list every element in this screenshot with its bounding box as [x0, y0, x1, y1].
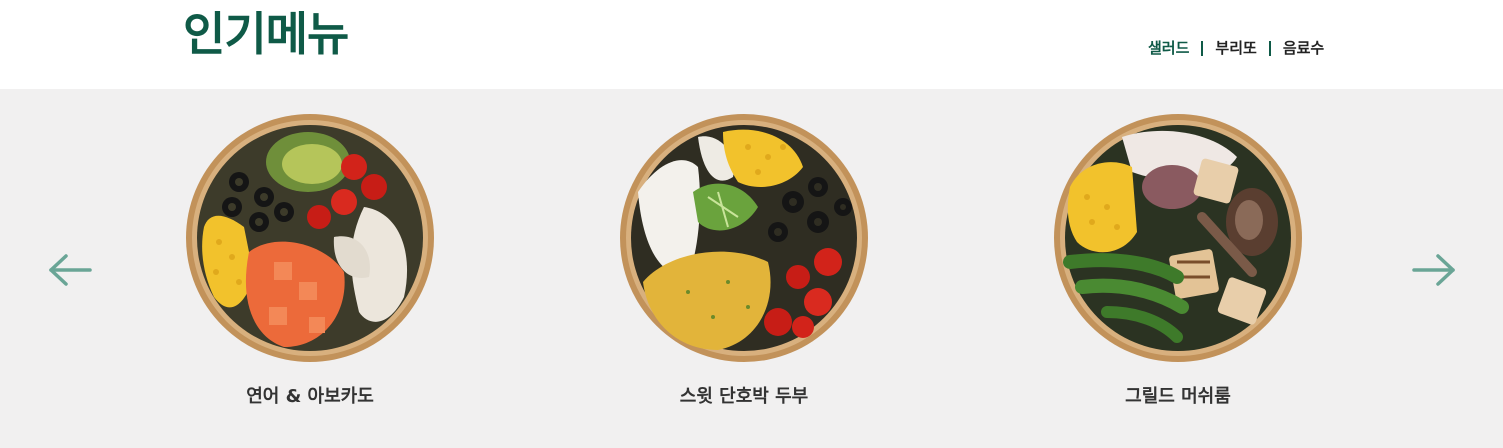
tab-divider: [1268, 40, 1271, 56]
tab-drinks[interactable]: 음료수: [1283, 37, 1324, 59]
salad-bowl-image: [186, 114, 434, 362]
menu-card-grilled-mushroom[interactable]: 그릴드 머쉬룸: [1052, 112, 1304, 407]
salad-bowl-image: [620, 114, 868, 362]
menu-item-name: 스윗 단호박 두부: [679, 386, 809, 407]
salad-bowl-image: [1054, 114, 1302, 362]
page-title: 인기메뉴: [183, 7, 349, 61]
tab-burrito[interactable]: 부리또: [1215, 37, 1256, 59]
menu-item-name: 연어 & 아보카도: [246, 386, 374, 407]
section-header: 인기메뉴 샐러드 부리또 음료수: [0, 0, 1503, 89]
tab-divider: [1201, 40, 1204, 56]
menu-card-sweet-pumpkin-tofu[interactable]: 스윗 단호박 두부: [618, 112, 870, 407]
arrow-left-icon[interactable]: [48, 253, 92, 287]
category-tabs: 샐러드 부리또 음료수: [1148, 37, 1324, 59]
menu-card-salmon-avocado[interactable]: 연어 & 아보카도: [184, 112, 436, 407]
arrow-right-icon[interactable]: [1412, 253, 1456, 287]
tab-salad[interactable]: 샐러드: [1148, 37, 1189, 59]
menu-item-name: 그릴드 머쉬룸: [1125, 386, 1231, 407]
